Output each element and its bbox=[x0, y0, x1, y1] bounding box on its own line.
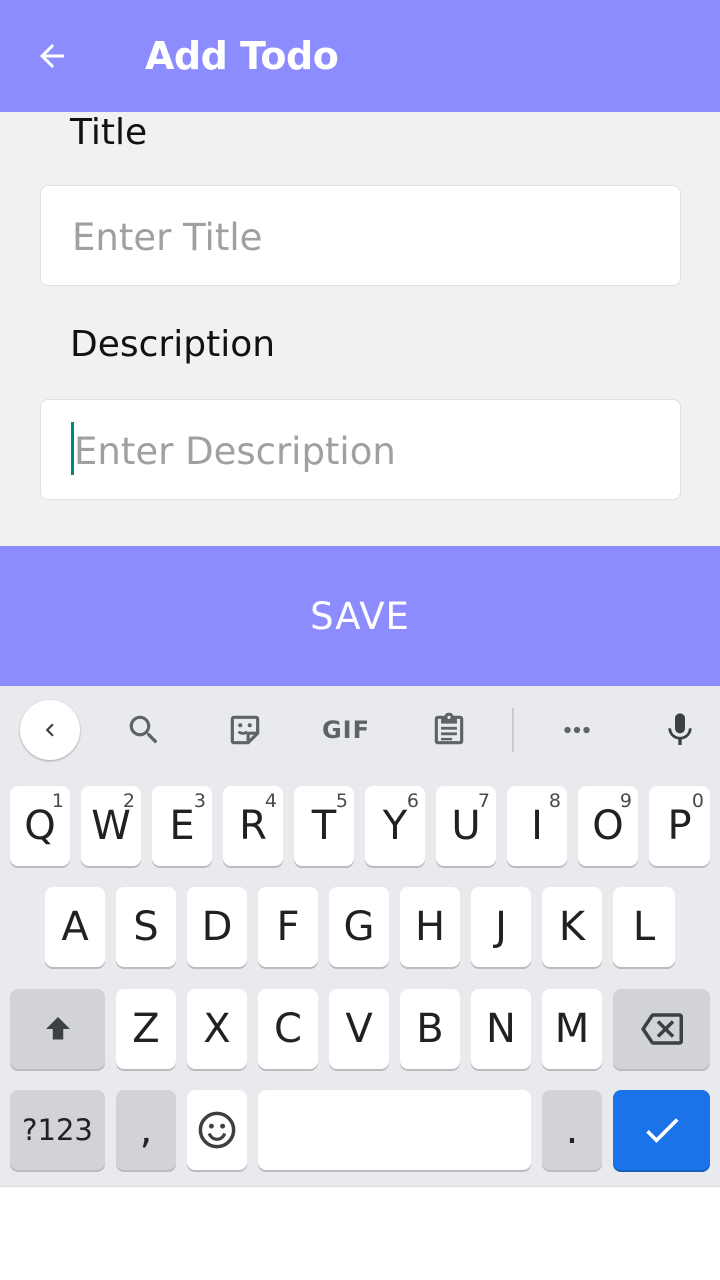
key-f[interactable]: F bbox=[258, 887, 318, 967]
key-b[interactable]: B bbox=[400, 989, 460, 1069]
description-input[interactable]: Enter Description bbox=[40, 399, 681, 500]
key-x[interactable]: X bbox=[187, 989, 247, 1069]
description-placeholder: Enter Description bbox=[74, 430, 396, 473]
key-a[interactable]: A bbox=[45, 887, 105, 967]
title-input[interactable]: Enter Title bbox=[40, 185, 681, 286]
key-z[interactable]: Z bbox=[116, 989, 176, 1069]
navigation-area bbox=[0, 1186, 720, 1280]
key-p[interactable]: P0 bbox=[649, 786, 710, 866]
spacebar-key[interactable] bbox=[258, 1090, 531, 1170]
gif-icon: GIF bbox=[321, 716, 371, 744]
more-icon bbox=[564, 726, 590, 734]
comma-key[interactable]: , bbox=[116, 1090, 176, 1170]
keyboard-toolbar: GIF bbox=[0, 686, 720, 776]
clipboard-icon bbox=[434, 712, 464, 745]
key-d[interactable]: D bbox=[187, 887, 247, 967]
toolbar-divider bbox=[512, 708, 514, 752]
back-button[interactable] bbox=[22, 28, 82, 84]
emoji-key[interactable] bbox=[187, 1090, 247, 1170]
collapse-button[interactable] bbox=[20, 700, 80, 760]
save-button[interactable]: SAVE bbox=[0, 546, 720, 686]
mic-icon bbox=[668, 713, 692, 745]
shift-icon bbox=[45, 1017, 70, 1040]
description-label: Description bbox=[70, 324, 276, 365]
form-area: Title Enter Title Description Enter Desc… bbox=[0, 112, 720, 546]
key-o[interactable]: O9 bbox=[578, 786, 638, 866]
title-label: Title bbox=[70, 112, 148, 153]
key-n[interactable]: N bbox=[471, 989, 531, 1069]
clipboard-button[interactable] bbox=[419, 700, 479, 760]
emoji-icon bbox=[198, 1111, 236, 1149]
page-title: Add Todo bbox=[145, 34, 339, 78]
chevron-left-icon bbox=[45, 723, 54, 737]
key-j[interactable]: J bbox=[471, 887, 531, 967]
key-y[interactable]: Y6 bbox=[365, 786, 425, 866]
key-l[interactable]: L bbox=[613, 887, 675, 967]
key-h[interactable]: H bbox=[400, 887, 460, 967]
key-r[interactable]: R4 bbox=[223, 786, 283, 866]
title-placeholder: Enter Title bbox=[72, 216, 263, 259]
key-t[interactable]: T5 bbox=[294, 786, 354, 866]
gif-button[interactable]: GIF bbox=[316, 700, 376, 760]
key-u[interactable]: U7 bbox=[436, 786, 496, 866]
more-button[interactable] bbox=[547, 700, 607, 760]
key-s[interactable]: S bbox=[116, 887, 176, 967]
key-w[interactable]: W2 bbox=[81, 786, 141, 866]
key-e[interactable]: E3 bbox=[152, 786, 212, 866]
period-key[interactable]: . bbox=[542, 1090, 602, 1170]
key-m[interactable]: M bbox=[542, 989, 602, 1069]
key-i[interactable]: I8 bbox=[507, 786, 567, 866]
save-button-label: SAVE bbox=[310, 594, 410, 638]
shift-key[interactable] bbox=[10, 989, 105, 1069]
arrow-back-icon bbox=[40, 44, 64, 68]
search-button[interactable] bbox=[114, 700, 174, 760]
key-q[interactable]: Q1 bbox=[10, 786, 70, 866]
search-icon bbox=[129, 715, 158, 744]
symbols-key[interactable]: ?123 bbox=[10, 1090, 105, 1170]
key-k[interactable]: K bbox=[542, 887, 602, 967]
checkmark-icon bbox=[645, 1118, 678, 1143]
backspace-key[interactable] bbox=[613, 989, 710, 1069]
key-c[interactable]: C bbox=[258, 989, 318, 1069]
key-v[interactable]: V bbox=[329, 989, 389, 1069]
soft-keyboard: GIF Q1 W2 E3 R4 T5 Y6 U7 I8 O9 P0 A S D … bbox=[0, 686, 720, 1186]
sticker-button[interactable] bbox=[215, 700, 275, 760]
sticker-icon bbox=[230, 715, 260, 745]
backspace-icon bbox=[640, 1013, 683, 1045]
enter-key[interactable] bbox=[613, 1090, 710, 1170]
app-bar: Add Todo bbox=[0, 0, 720, 112]
key-g[interactable]: G bbox=[329, 887, 389, 967]
voice-input-button[interactable] bbox=[650, 700, 710, 760]
